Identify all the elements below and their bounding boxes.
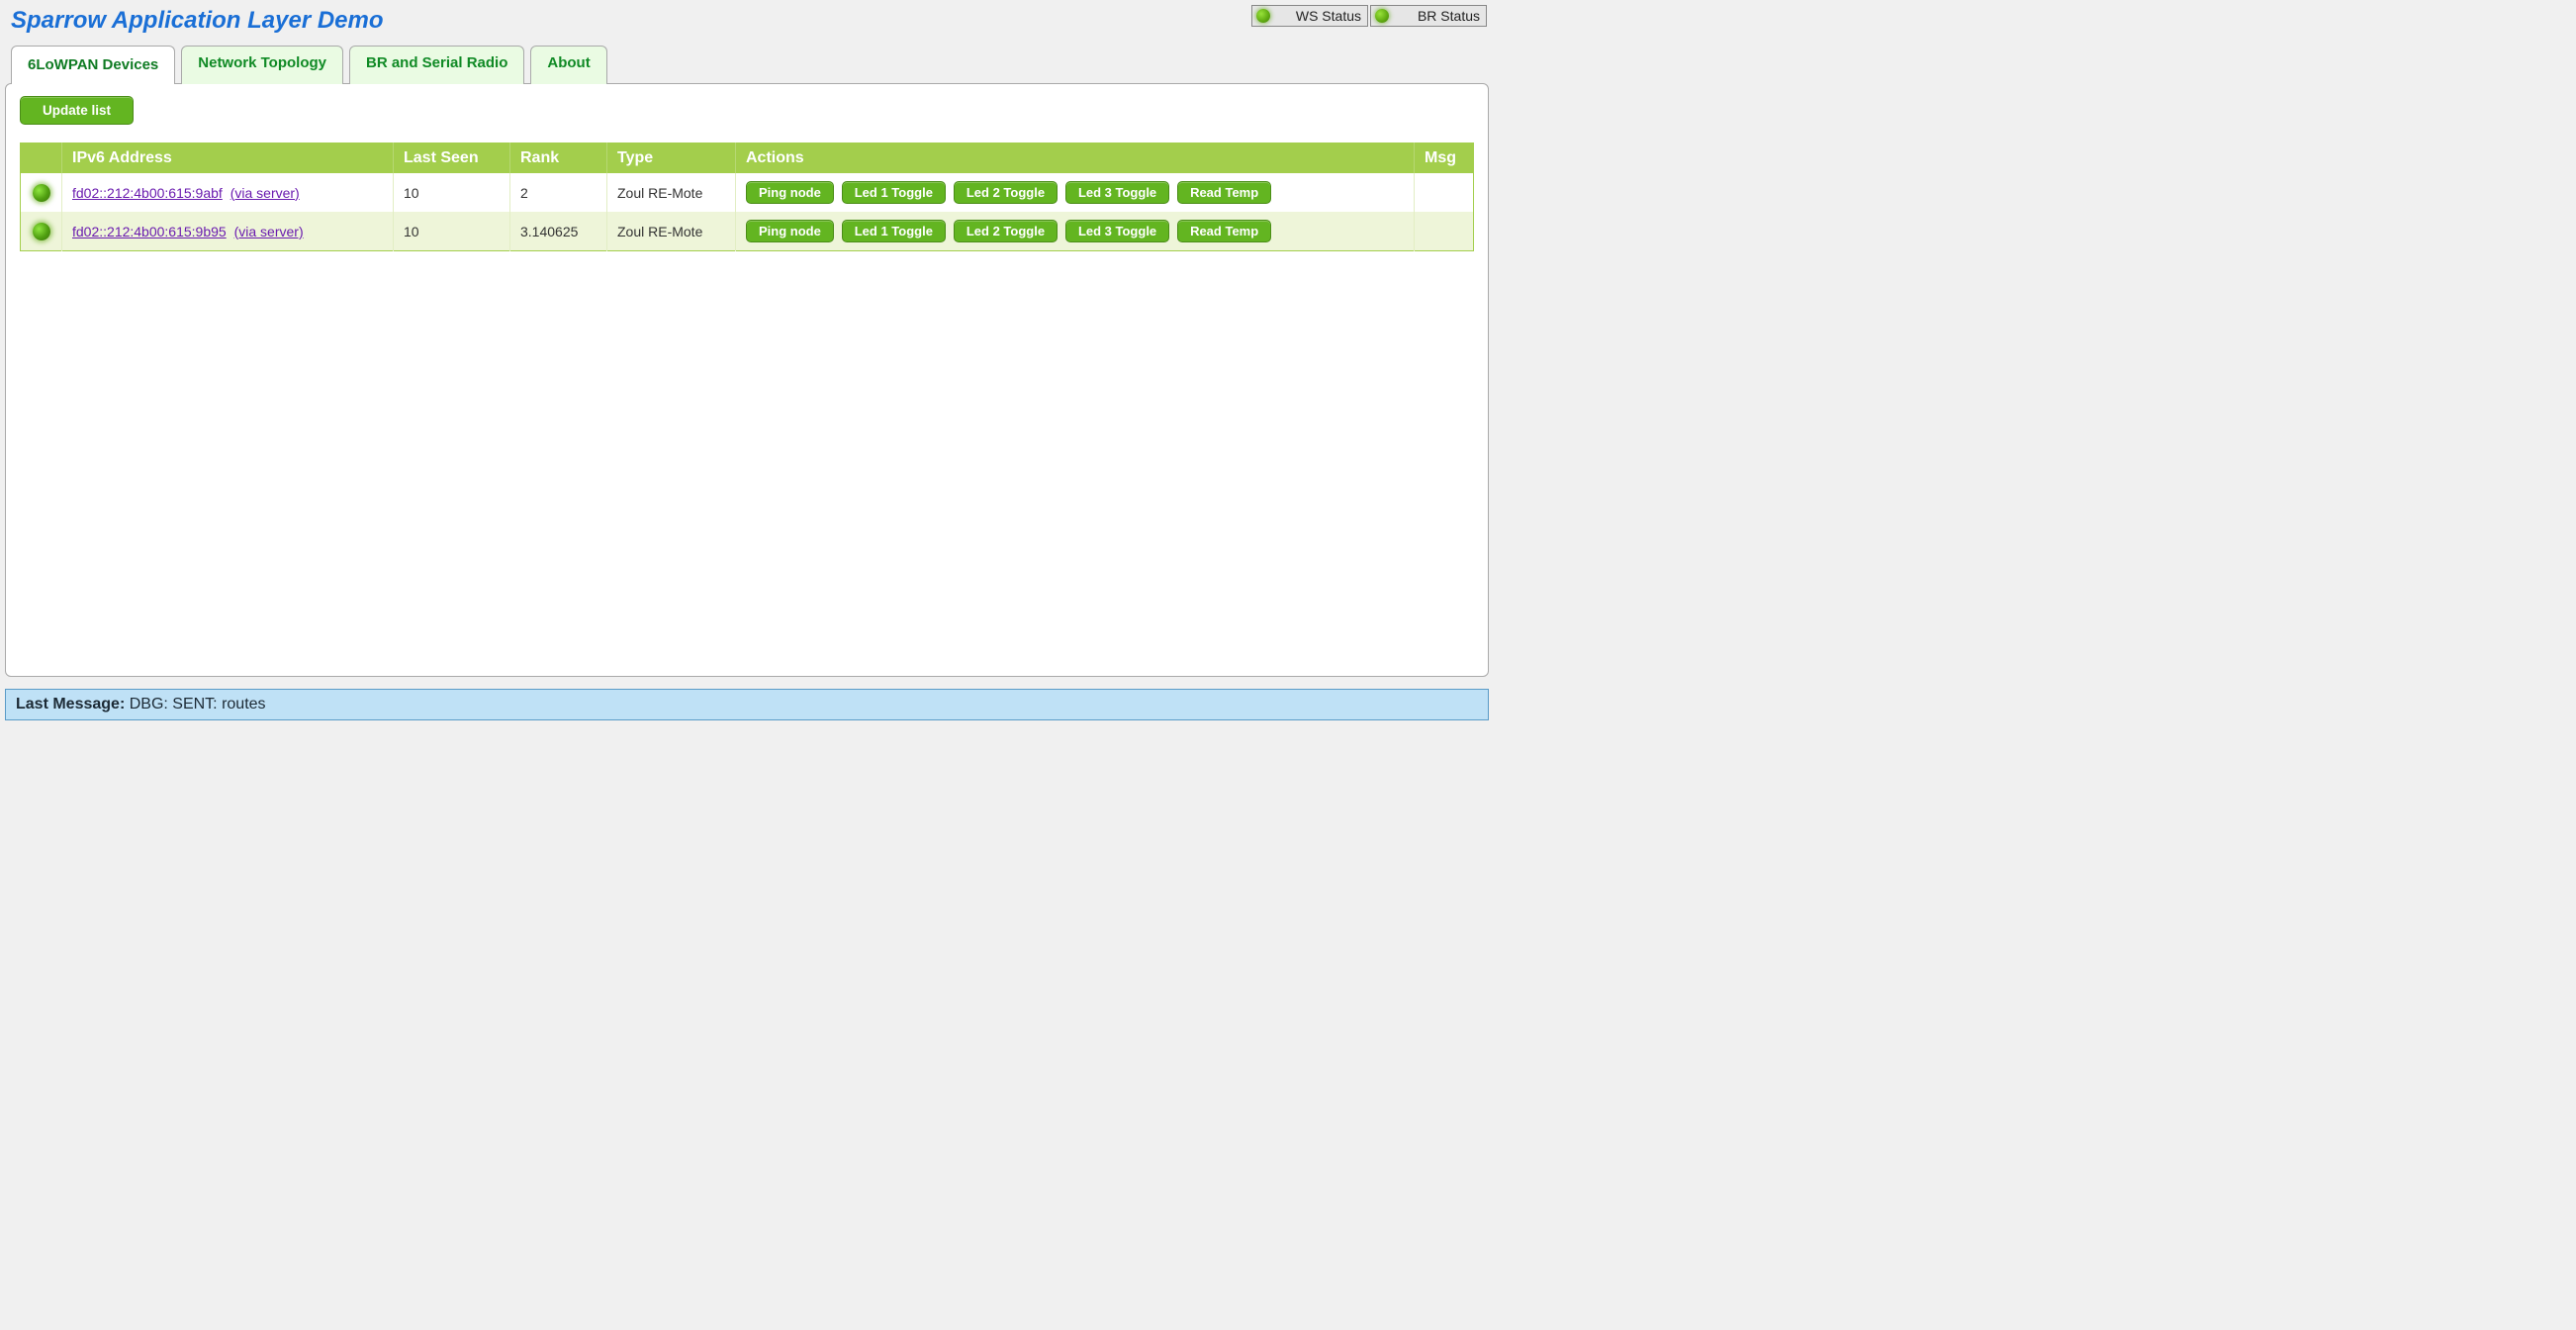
col-header-msg: Msg (1415, 143, 1474, 174)
led2-toggle-button[interactable]: Led 2 Toggle (954, 181, 1058, 204)
via-server-link[interactable]: (via server) (234, 224, 304, 239)
br-status-label: BR Status (1418, 8, 1480, 24)
ws-status-label: WS Status (1296, 8, 1361, 24)
status-dot-icon (1256, 9, 1270, 23)
cell-msg (1415, 212, 1474, 251)
tab-strip: 6LoWPAN Devices Network Topology BR and … (5, 46, 1489, 84)
table-row: fd02::212:4b00:615:9abf (via server) 10 … (21, 173, 1474, 212)
ping-node-button[interactable]: Ping node (746, 181, 834, 204)
last-message-bar: Last Message: DBG: SENT: routes (5, 689, 1489, 720)
led1-toggle-button[interactable]: Led 1 Toggle (842, 220, 946, 242)
tab-6lowpan-devices[interactable]: 6LoWPAN Devices (11, 46, 175, 84)
ping-node-button[interactable]: Ping node (746, 220, 834, 242)
last-message-label: Last Message: (16, 696, 125, 712)
status-dot-icon (1375, 9, 1389, 23)
cell-rank: 2 (510, 173, 607, 212)
status-dot-icon (33, 184, 50, 202)
status-group: WS Status BR Status (1251, 5, 1487, 27)
app-title: Sparrow Application Layer Demo (7, 5, 384, 45)
cell-type: Zoul RE-Mote (607, 173, 736, 212)
cell-last-seen: 10 (394, 173, 510, 212)
tab-br-serial-radio[interactable]: BR and Serial Radio (349, 46, 524, 84)
update-list-button[interactable]: Update list (20, 96, 134, 125)
tab-network-topology[interactable]: Network Topology (181, 46, 343, 84)
col-header-type: Type (607, 143, 736, 174)
col-header-rank: Rank (510, 143, 607, 174)
device-address-link[interactable]: fd02::212:4b00:615:9b95 (72, 224, 227, 239)
cell-msg (1415, 173, 1474, 212)
last-message-text: DBG: SENT: routes (130, 696, 266, 712)
cell-last-seen: 10 (394, 212, 510, 251)
table-row: fd02::212:4b00:615:9b95 (via server) 10 … (21, 212, 1474, 251)
cell-type: Zoul RE-Mote (607, 212, 736, 251)
col-header-actions: Actions (736, 143, 1415, 174)
read-temp-button[interactable]: Read Temp (1177, 181, 1271, 204)
led3-toggle-button[interactable]: Led 3 Toggle (1065, 220, 1169, 242)
device-address-link[interactable]: fd02::212:4b00:615:9abf (72, 185, 223, 201)
cell-rank: 3.140625 (510, 212, 607, 251)
led2-toggle-button[interactable]: Led 2 Toggle (954, 220, 1058, 242)
tab-about[interactable]: About (530, 46, 606, 84)
status-dot-icon (33, 223, 50, 240)
col-header-status (21, 143, 62, 174)
devices-table: IPv6 Address Last Seen Rank Type Actions… (20, 142, 1474, 251)
ws-status-pill: WS Status (1251, 5, 1368, 27)
tab-panel-devices: Update list IPv6 Address Last Seen Rank … (5, 83, 1489, 677)
br-status-pill: BR Status (1370, 5, 1487, 27)
read-temp-button[interactable]: Read Temp (1177, 220, 1271, 242)
led3-toggle-button[interactable]: Led 3 Toggle (1065, 181, 1169, 204)
col-header-last: Last Seen (394, 143, 510, 174)
via-server-link[interactable]: (via server) (230, 185, 300, 201)
led1-toggle-button[interactable]: Led 1 Toggle (842, 181, 946, 204)
col-header-address: IPv6 Address (62, 143, 394, 174)
